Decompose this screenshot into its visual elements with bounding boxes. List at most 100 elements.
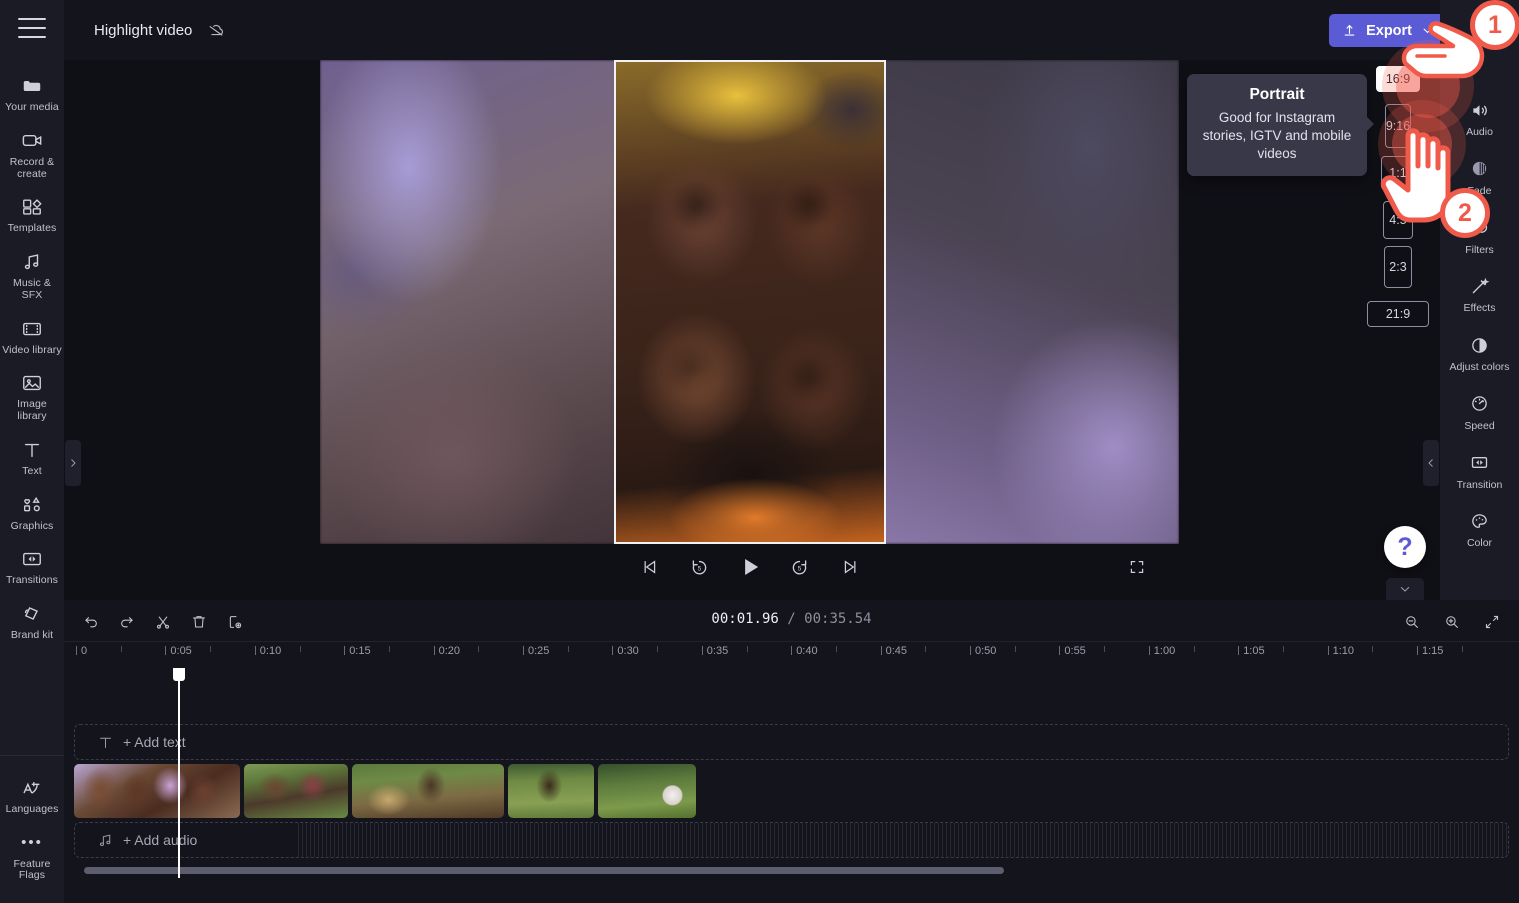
project-title-field[interactable]: Highlight video: [84, 14, 236, 46]
folder-icon: [19, 75, 45, 97]
right-tool-label: Transition: [1456, 478, 1503, 491]
ruler-tick-label: 0:50: [975, 645, 997, 657]
export-button[interactable]: Export: [1329, 14, 1449, 47]
ruler-tick-mark: [880, 646, 882, 655]
help-question-icon: ?: [1397, 532, 1413, 561]
clip-thumbnail: [508, 764, 594, 818]
clip-thumbnail: [244, 764, 348, 818]
skip-previous-button[interactable]: [635, 552, 665, 582]
sidebar-item-music-sfx[interactable]: Music & SFX: [0, 242, 64, 309]
aspect-ratio-menu: 16:9 9:16 1:1 4:5 2:3 21:9: [1359, 55, 1437, 337]
timeline-toolbar: 00:01.96 / 00:35.54: [64, 600, 1519, 642]
forward-5s-button[interactable]: 5: [785, 552, 815, 582]
ruler-tick: 0:05: [165, 645, 192, 657]
aspect-option-1-1[interactable]: 1:1: [1381, 155, 1415, 190]
sidebar-item-templates[interactable]: Templates: [0, 187, 64, 242]
contrast-circle-icon: [1467, 333, 1493, 357]
player-controls: 5 5: [320, 552, 1179, 592]
sidebar-item-feature-flags[interactable]: ••• Feature Flags: [0, 823, 64, 890]
zoom-out-icon: [1406, 616, 1418, 628]
upload-icon: [1344, 24, 1355, 36]
play-icon: [744, 558, 758, 576]
ruler-tick-minor: [478, 646, 480, 652]
playhead-handle[interactable]: [173, 668, 185, 681]
right-tool-color[interactable]: Color: [1440, 499, 1519, 558]
sidebar-item-transitions[interactable]: Transitions: [0, 539, 64, 594]
timeline-ruler[interactable]: 0 0:05 0:10 0:15 0:20 0:25 0:30 0:35 0:40 0:45 0:5…: [64, 642, 1519, 668]
hamburger-menu-icon[interactable]: [18, 18, 46, 38]
playhead[interactable]: [173, 668, 185, 878]
aspect-option-21-9[interactable]: 21:9: [1367, 300, 1429, 327]
ruler-tick: 0:20: [433, 645, 460, 657]
clip-thumbnail: [352, 764, 504, 818]
right-tool-fade[interactable]: Fade: [1440, 147, 1519, 206]
zoom-out-button[interactable]: [1399, 609, 1425, 635]
table-row[interactable]: [244, 764, 348, 818]
fit-screen-icon: [1485, 615, 1499, 629]
ellipsis-icon: •••: [21, 833, 43, 851]
chevron-right-icon: [71, 459, 76, 467]
collapse-right-panel-handle[interactable]: [1423, 440, 1439, 486]
right-tool-speed[interactable]: Speed: [1440, 382, 1519, 441]
sidebar-item-languages[interactable]: Languages: [0, 768, 64, 823]
ruler-tick-minor: [1282, 646, 1284, 652]
table-row[interactable]: [598, 764, 696, 818]
collapse-timeline-button[interactable]: [1386, 578, 1424, 600]
video-canvas[interactable]: [320, 60, 1179, 544]
sidebar-item-video-library[interactable]: Video library: [0, 309, 64, 364]
collapse-left-panel-handle[interactable]: [65, 440, 81, 486]
ruler-tick-minor: [120, 646, 122, 652]
fit-timeline-button[interactable]: [1479, 609, 1505, 635]
audio-track[interactable]: + Add audio: [74, 822, 1509, 858]
ruler-tick: 0:45: [880, 645, 907, 657]
ruler-tick-label: 0:45: [885, 645, 908, 657]
aspect-option-label: 16:9: [1385, 71, 1411, 86]
speedometer-icon: [1467, 392, 1493, 416]
ruler-tick-minor: [210, 646, 212, 652]
timeline-horizontal-scrollbar[interactable]: [84, 867, 1004, 874]
add-text-button[interactable]: + Add text: [123, 734, 186, 750]
table-row[interactable]: [352, 764, 504, 818]
aspect-option-16-9[interactable]: 16:9: [1376, 65, 1420, 92]
aspect-option-row: 1:1: [1359, 149, 1437, 196]
translate-icon: [19, 777, 45, 799]
skip-next-button[interactable]: [835, 552, 865, 582]
zoom-in-button[interactable]: [1439, 609, 1465, 635]
table-row[interactable]: [74, 764, 240, 818]
video-track[interactable]: [74, 764, 696, 818]
help-button[interactable]: ?: [1384, 526, 1426, 568]
rewind-5-icon: 5: [692, 559, 707, 574]
tooltip-portrait: Portrait Good for Instagram stories, IGT…: [1187, 74, 1374, 177]
portrait-crop-frame[interactable]: [614, 60, 886, 544]
right-tool-adjust-colors[interactable]: Adjust colors: [1440, 323, 1519, 382]
ruler-tick-label: 0:05: [170, 645, 192, 657]
text-t-icon: [19, 439, 45, 461]
add-audio-button[interactable]: + Add audio: [123, 832, 197, 848]
right-tool-effects[interactable]: Effects: [1440, 264, 1519, 323]
fullscreen-button[interactable]: [1123, 553, 1151, 581]
right-tool-transition[interactable]: Transition: [1440, 441, 1519, 500]
sidebar-item-graphics[interactable]: Graphics: [0, 485, 64, 540]
sidebar-item-brand-kit[interactable]: Brand kit: [0, 594, 64, 649]
sidebar-item-image-library[interactable]: Image library: [0, 363, 64, 430]
right-tool-filters[interactable]: Filters: [1440, 206, 1519, 265]
ruler-tick: 1:15: [1417, 645, 1443, 657]
aspect-option-2-3[interactable]: 2:3: [1384, 245, 1412, 288]
right-tool-audio[interactable]: Audio: [1440, 88, 1519, 147]
crop-aspect-ratio-button[interactable]: [1465, 8, 1495, 34]
aspect-option-9-16[interactable]: 9:16: [1385, 103, 1411, 148]
table-row[interactable]: [508, 764, 594, 818]
aspect-option-4-5[interactable]: 4:5: [1383, 200, 1413, 239]
ruler-tick-mark: [1327, 646, 1329, 655]
aspect-option-label: 9:16: [1385, 118, 1411, 133]
sidebar-item-your-media[interactable]: Your media: [0, 66, 64, 121]
aspect-option-row: 16:9: [1359, 55, 1437, 102]
rewind-5s-button[interactable]: 5: [685, 552, 715, 582]
sidebar-item-text[interactable]: Text: [0, 430, 64, 485]
sidebar-item-record-create[interactable]: Record & create: [0, 121, 64, 188]
ruler-tick-mark: [120, 646, 122, 652]
play-button[interactable]: [735, 552, 765, 582]
ruler-tick-mark: [433, 646, 435, 655]
tooltip-body: Good for Instagram stories, IGTV and mob…: [1202, 110, 1352, 161]
text-track[interactable]: + Add text: [74, 724, 1509, 760]
